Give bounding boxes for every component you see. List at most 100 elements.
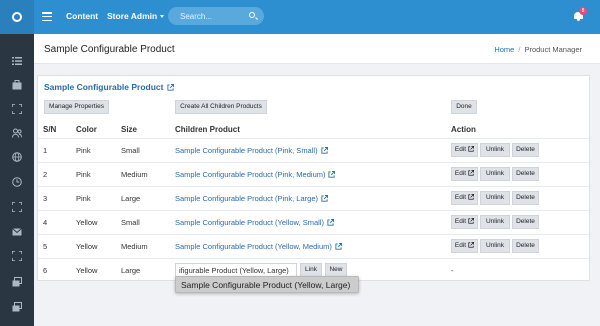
layers-icon[interactable] — [12, 277, 22, 287]
child-product-label: Sample Configurable Product (Pink, Small… — [175, 146, 318, 155]
cell-size: Large — [121, 194, 141, 203]
unlink-button[interactable]: Unlink — [480, 239, 510, 253]
external-link-icon — [321, 147, 328, 154]
edit-label: Edit — [454, 218, 467, 225]
globe-icon[interactable] — [12, 152, 22, 162]
edit-button[interactable]: Edit — [451, 167, 478, 181]
external-link-icon — [335, 243, 342, 250]
external-link-icon — [468, 242, 475, 248]
done-button[interactable]: Done — [451, 100, 477, 114]
edit-button[interactable]: Edit — [451, 191, 478, 205]
product-card: Sample Configurable Product Manage Prope… — [37, 75, 591, 281]
header-sn: S/N — [43, 125, 57, 134]
external-link-icon — [468, 218, 475, 224]
nav-content[interactable]: Content — [66, 11, 98, 21]
child-product-label: Sample Configurable Product (Pink, Mediu… — [175, 170, 326, 179]
create-children-button[interactable]: Create All Children Products — [175, 100, 267, 114]
list-icon[interactable] — [12, 56, 22, 66]
delete-button[interactable]: Delete — [512, 191, 539, 205]
page-title: Sample Configurable Product — [44, 44, 175, 55]
nav-store-admin[interactable]: Store Admin — [107, 11, 165, 21]
product-title-link[interactable]: Sample Configurable Product — [44, 82, 174, 92]
edit-label: Edit — [454, 170, 467, 177]
edit-button[interactable]: Edit — [451, 239, 478, 253]
clock-icon[interactable] — [12, 177, 22, 187]
external-link-icon — [321, 195, 328, 202]
expand-icon[interactable] — [12, 251, 22, 261]
child-product-link[interactable]: Sample Configurable Product (Yellow, Med… — [175, 242, 342, 251]
cell-color: Yellow — [76, 218, 98, 227]
header-color: Color — [76, 125, 97, 134]
unlink-button[interactable]: Unlink — [480, 143, 510, 157]
cell-size: Large — [121, 266, 141, 275]
briefcase-icon[interactable] — [12, 80, 22, 90]
child-product-link[interactable]: Sample Configurable Product (Pink, Large… — [175, 194, 328, 203]
delete-button[interactable]: Delete — [512, 215, 539, 229]
autocomplete-dropdown: Sample Configurable Product (Yellow, Lar… — [175, 276, 359, 293]
cell-sn: 1 — [43, 146, 48, 155]
notification-badge: 8 — [579, 7, 587, 15]
child-product-link[interactable]: Sample Configurable Product (Yellow, Sma… — [175, 218, 334, 227]
cell-color: Pink — [76, 194, 91, 203]
table-row: 1 Pink Small Sample Configurable Product… — [38, 138, 591, 162]
external-link-icon — [166, 84, 174, 91]
child-product-label: Sample Configurable Product (Yellow, Sma… — [175, 218, 324, 227]
child-product-link[interactable]: Sample Configurable Product (Pink, Small… — [175, 146, 328, 155]
cell-color: Pink — [76, 170, 91, 179]
external-link-icon — [468, 146, 475, 152]
edit-button[interactable]: Edit — [451, 215, 478, 229]
users-icon[interactable] — [12, 128, 22, 138]
table-row: 3 Pink Large Sample Configurable Product… — [38, 186, 591, 210]
header-size: Size — [121, 125, 138, 134]
expand-icon[interactable] — [12, 202, 22, 212]
table-row: 5 Yellow Medium Sample Configurable Prod… — [38, 234, 591, 258]
cell-color: Yellow — [76, 242, 98, 251]
child-product-label: Sample Configurable Product (Pink, Large… — [175, 194, 318, 203]
unlink-button[interactable]: Unlink — [480, 215, 510, 229]
mail-icon[interactable] — [12, 227, 22, 237]
unlink-button[interactable]: Unlink — [480, 191, 510, 205]
edit-button[interactable]: Edit — [451, 143, 478, 157]
header-action: Action — [451, 125, 476, 134]
breadcrumb-home[interactable]: Home — [494, 45, 514, 54]
nav-store-admin-label: Store Admin — [107, 11, 158, 21]
edit-label: Edit — [454, 194, 467, 201]
delete-button[interactable]: Delete — [512, 239, 539, 253]
external-link-icon — [327, 219, 334, 226]
cell-color: Yellow — [76, 266, 98, 275]
product-title-label: Sample Configurable Product — [44, 82, 164, 92]
delete-button[interactable]: Delete — [512, 167, 539, 181]
chevron-down-icon — [160, 15, 165, 19]
search-icon[interactable] — [249, 12, 255, 18]
breadcrumb: Home / Product Manager — [494, 45, 582, 54]
external-link-icon — [468, 170, 475, 176]
unlink-button[interactable]: Unlink — [480, 167, 510, 181]
page-header: Sample Configurable Product Home / Product… — [34, 34, 600, 64]
external-link-icon — [468, 194, 475, 200]
cell-color: Pink — [76, 146, 91, 155]
menu-toggle-icon[interactable] — [42, 12, 52, 22]
header-children-product: Children Product — [175, 125, 240, 134]
autocomplete-option[interactable]: Sample Configurable Product (Yellow, Lar… — [181, 280, 350, 290]
new-button[interactable]: New — [325, 263, 347, 277]
breadcrumb-current: Product Manager — [524, 45, 582, 54]
edit-label: Edit — [454, 146, 467, 153]
app-logo[interactable] — [0, 0, 34, 34]
delete-button[interactable]: Delete — [512, 143, 539, 157]
cell-size: Small — [121, 218, 140, 227]
action-placeholder: - — [451, 266, 454, 275]
layers-icon[interactable] — [12, 302, 22, 312]
cell-sn: 5 — [43, 242, 48, 251]
search-input[interactable] — [180, 10, 240, 22]
edit-label: Edit — [454, 242, 467, 249]
cell-sn: 2 — [43, 170, 48, 179]
cell-size: Small — [121, 146, 140, 155]
link-button[interactable]: Link — [300, 263, 322, 277]
table-row: 4 Yellow Small Sample Configurable Produ… — [38, 210, 591, 234]
table-row: 2 Pink Medium Sample Configurable Produc… — [38, 162, 591, 186]
expand-icon[interactable] — [12, 104, 22, 114]
child-product-link[interactable]: Sample Configurable Product (Pink, Mediu… — [175, 170, 336, 179]
external-link-icon — [328, 171, 336, 178]
cell-sn: 4 — [43, 218, 48, 227]
manage-properties-button[interactable]: Manage Properties — [44, 100, 109, 114]
